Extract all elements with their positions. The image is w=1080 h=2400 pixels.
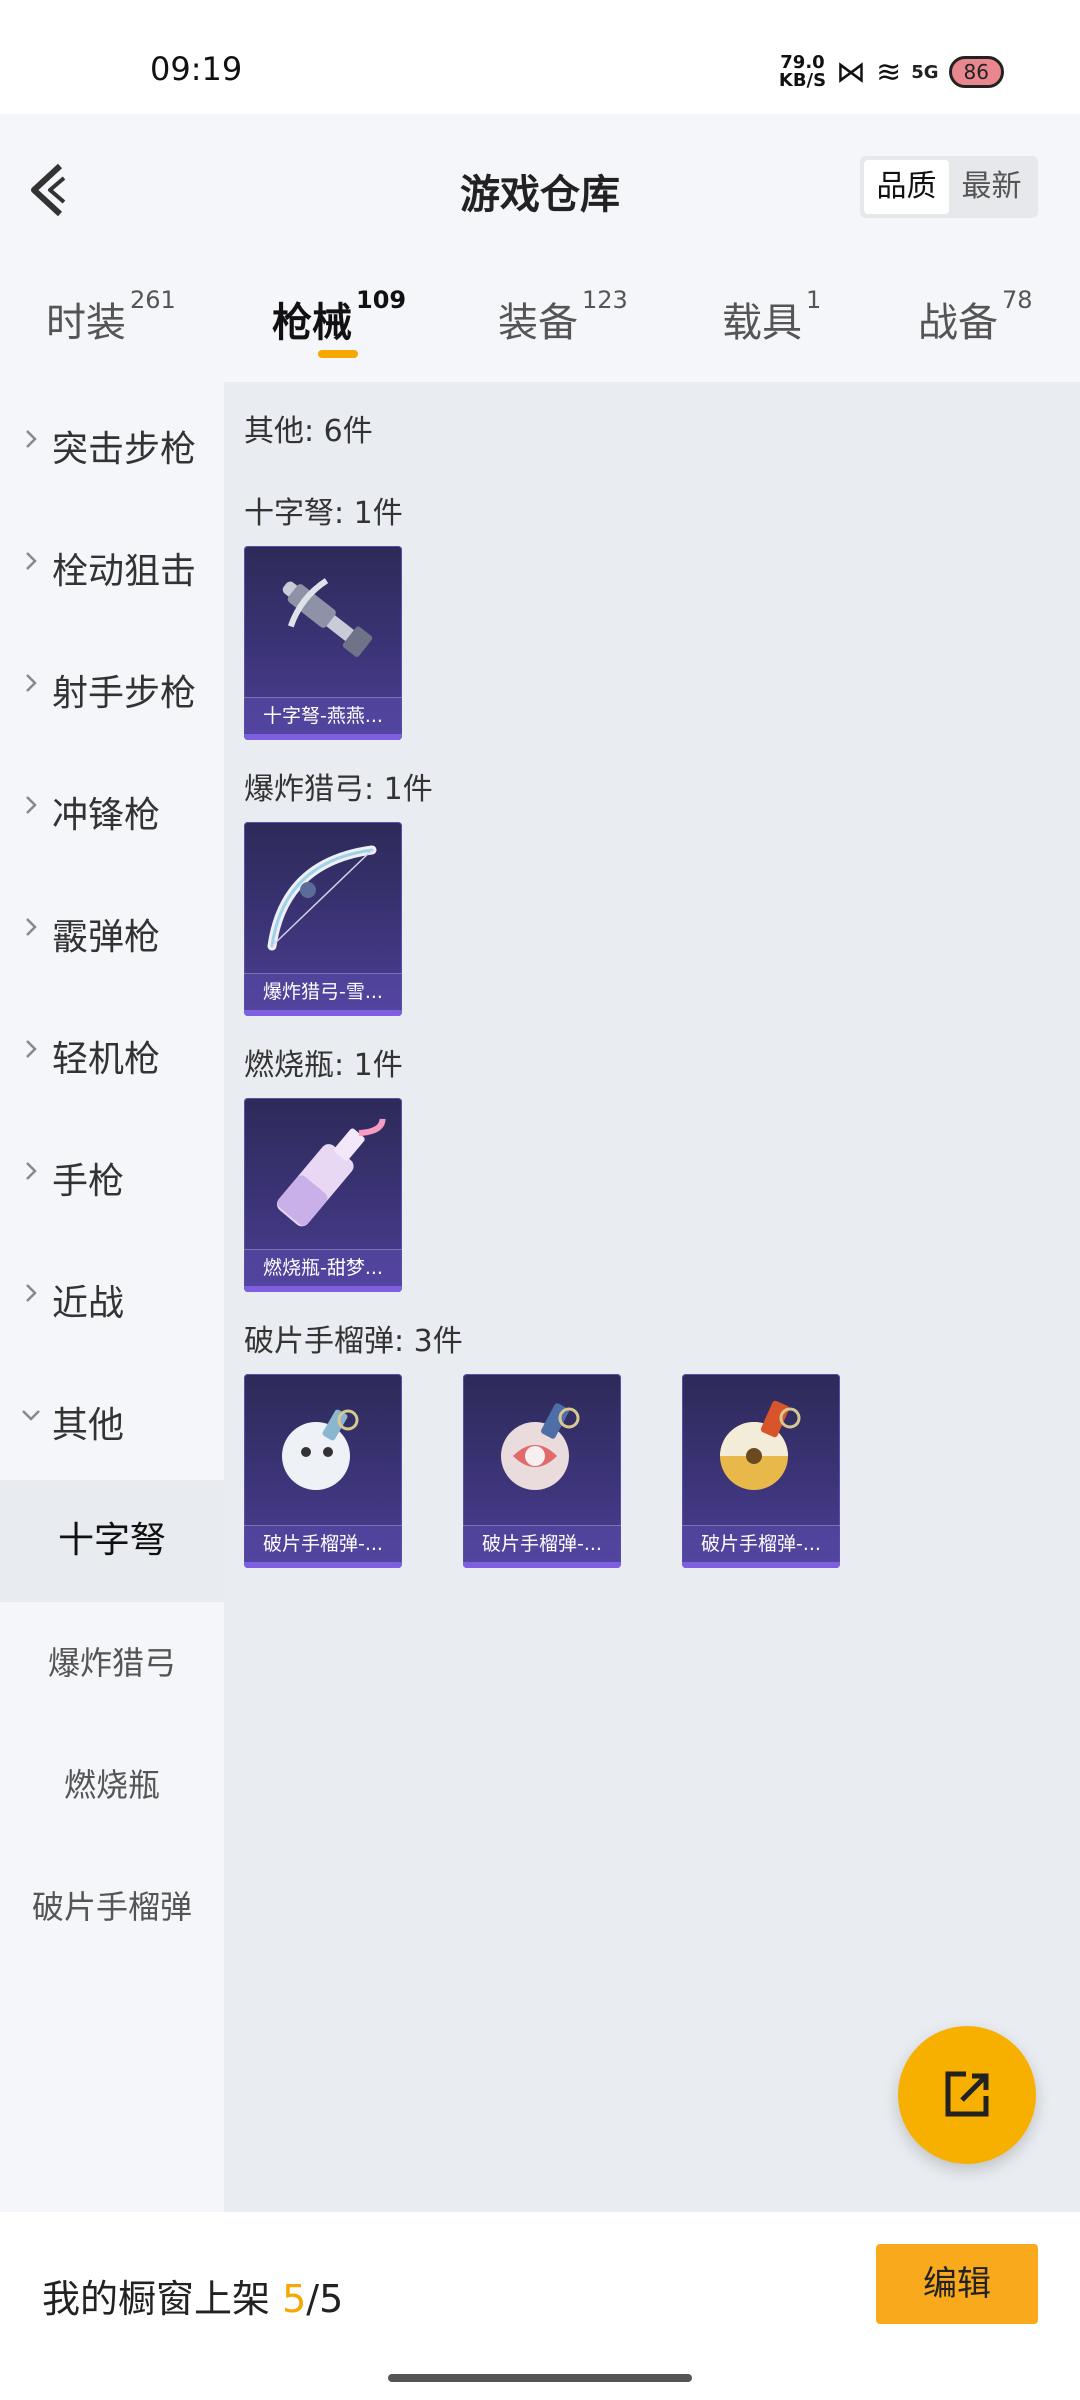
chevron-right-icon [26,796,37,814]
sidebar-item-shotgun[interactable]: 霰弹枪 [0,870,224,992]
section-title-crossbow: 十字弩: 1件 [244,496,403,531]
chevron-right-icon [26,918,37,936]
status-icons: 79.0 KB/S ⋈ ≋ 5G 86 [779,52,1004,92]
sidebar-item-pistol[interactable]: 手枪 [0,1114,224,1236]
section-title-explosive-bow: 爆炸猎弓: 1件 [244,772,433,807]
sidebar-sub-explosive-bow[interactable]: 爆炸猎弓 [0,1602,224,1724]
item-name: 十字弩-燕燕... [244,697,402,734]
item-name: 破片手榴弹-... [244,1525,402,1562]
sidebar-item-melee[interactable]: 近战 [0,1236,224,1358]
item-name: 爆炸猎弓-雪... [244,973,402,1010]
bow-icon [267,845,377,951]
item-card[interactable]: 破片手榴弹-... [463,1374,621,1568]
signal-5g-icon: 5G [911,61,939,83]
network-speed: 79.0 KB/S [778,52,827,91]
sort-by-quality[interactable]: 品质 [864,160,949,214]
wifi-icon: ≋ [876,54,902,90]
sidebar: 突击步枪 栓动狙击 射手步枪 冲锋枪 霰弹枪 轻机枪 手枪 近战 其他 十字弩 … [0,382,224,2212]
molotov-icon [277,1118,386,1227]
home-indicator[interactable] [388,2374,692,2382]
active-tab-indicator [318,350,358,358]
item-name: 破片手榴弹-... [463,1525,621,1562]
sidebar-sub-crossbow[interactable]: 十字弩 [0,1480,224,1602]
sort-by-newest[interactable]: 最新 [949,160,1034,214]
item-grid: 其他: 6件 十字弩: 1件 十字弩-燕燕... 爆炸猎弓: 1件 爆炸猎弓-雪… [224,382,1080,2212]
sidebar-item-lmg[interactable]: 轻机枪 [0,992,224,1114]
section-title-molotov: 燃烧瓶: 1件 [244,1048,403,1083]
sidebar-item-other[interactable]: 其他 [0,1358,224,1480]
grenade-icon [282,1409,359,1490]
chevron-right-icon [26,674,37,692]
summary-title: 其他: 6件 [244,414,373,449]
item-name: 燃烧瓶-甜梦... [244,1249,402,1286]
section-title-frag-grenade: 破片手榴弹: 3件 [244,1324,463,1359]
item-card[interactable]: 十字弩-燕燕... [244,546,402,740]
chevron-right-icon [26,1162,37,1180]
sidebar-item-bolt-sniper[interactable]: 栓动狙击 [0,504,224,626]
showcase-count: 5 [282,2277,307,2321]
chevron-down-icon [22,1410,40,1421]
sidebar-sub-frag-grenade[interactable]: 破片手榴弹 [0,1846,224,1968]
sort-toggle: 品质 最新 [860,156,1038,218]
chevron-right-icon [26,430,37,448]
chevron-right-icon [26,1040,37,1058]
status-bar: 09:19 79.0 KB/S ⋈ ≋ 5G 86 [0,0,1080,114]
status-time: 09:19 [150,50,243,88]
header: 游戏仓库 品质 最新 [0,114,1080,254]
item-name: 破片手榴弹-... [682,1525,840,1562]
chevron-right-icon [26,1284,37,1302]
item-card[interactable]: 破片手榴弹-... [682,1374,840,1568]
tab-vehicles[interactable]: 载具 1 [722,286,821,348]
item-card[interactable]: 破片手榴弹-... [244,1374,402,1568]
grenade-icon [720,1400,801,1490]
tab-tactical[interactable]: 战备 78 [918,286,1033,348]
sidebar-sub-molotov[interactable]: 燃烧瓶 [0,1724,224,1846]
share-button[interactable] [898,2026,1036,2164]
sidebar-item-assault-rifle[interactable]: 突击步枪 [0,382,224,504]
bowtie-icon: ⋈ [836,54,867,90]
edit-button[interactable]: 编辑 [876,2244,1038,2324]
bottom-bar: 我的橱窗上架 5/5 编辑 [0,2212,1080,2400]
category-tabs: 时装 261 枪械 109 装备 123 载具 1 战备 78 [0,254,1080,382]
share-external-icon [945,2071,989,2117]
chevron-right-icon [26,552,37,570]
tab-guns[interactable]: 枪械 109 [272,286,406,348]
sidebar-item-marksman-rifle[interactable]: 射手步枪 [0,626,224,748]
grenade-icon [501,1403,580,1490]
tab-fashion[interactable]: 时装 261 [46,286,176,348]
battery-icon: 86 [948,56,1004,88]
item-card[interactable]: 爆炸猎弓-雪... [244,822,402,1016]
crossbow-icon [282,578,373,657]
tab-equipment[interactable]: 装备 123 [498,286,628,348]
showcase-status: 我的橱窗上架 5/5 [42,2277,344,2321]
sidebar-item-smg[interactable]: 冲锋枪 [0,748,224,870]
item-card[interactable]: 燃烧瓶-甜梦... [244,1098,402,1292]
